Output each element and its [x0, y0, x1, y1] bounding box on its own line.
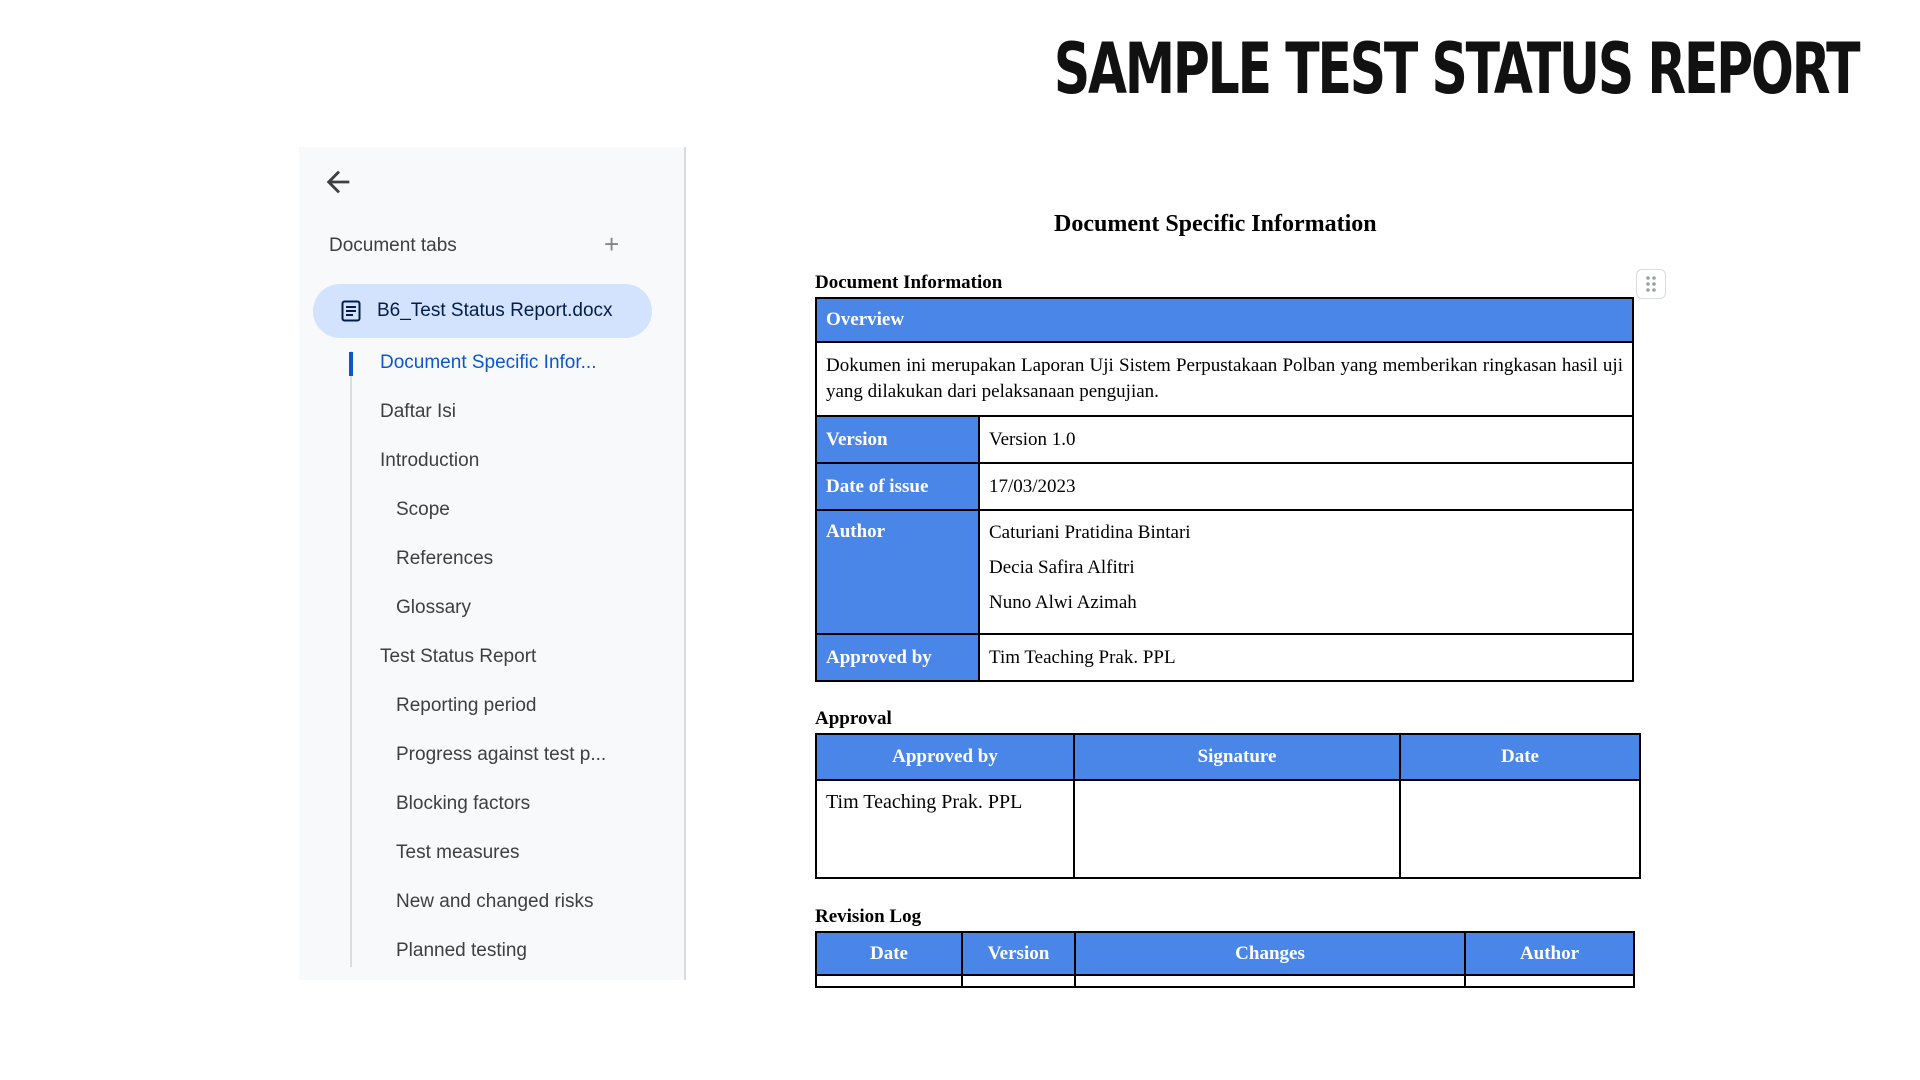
overview-text[interactable]: Dokumen ini merupakan Laporan Uji Sistem…: [815, 341, 1634, 417]
revision-cell[interactable]: [815, 974, 963, 988]
document-icon: [341, 300, 361, 322]
outline-item-test-measures[interactable]: Test measures: [396, 842, 520, 864]
approval-label: Approval: [815, 708, 892, 729]
overview-header: Overview: [815, 297, 1634, 343]
author-label: Author: [815, 509, 980, 635]
outline-active-indicator: [349, 352, 353, 376]
revision-log-label: Revision Log: [815, 906, 922, 927]
author-value[interactable]: Caturiani Pratidina Bintari Decia Safira…: [978, 509, 1634, 635]
revision-header-date: Date: [815, 931, 963, 976]
outline-item-blocking-factors[interactable]: Blocking factors: [396, 793, 530, 815]
outline-item-test-status-report[interactable]: Test Status Report: [380, 646, 536, 668]
approval-header-approved-by: Approved by: [815, 733, 1075, 781]
outline-divider: [350, 351, 352, 967]
approved-by-label: Approved by: [815, 633, 980, 682]
revision-header-version: Version: [961, 931, 1076, 976]
document-tabs-header: Document tabs: [329, 235, 457, 256]
outline-item-new-and-changed-risks[interactable]: New and changed risks: [396, 891, 594, 913]
outline-item-reporting-period[interactable]: Reporting period: [396, 695, 536, 717]
author-name: Decia Safira Alfitri: [989, 557, 1135, 578]
revision-cell[interactable]: [961, 974, 1076, 988]
document-information-table: Overview Dokumen ini merupakan Laporan U…: [815, 297, 1634, 682]
approved-by-value[interactable]: Tim Teaching Prak. PPL: [978, 633, 1634, 682]
revision-header-changes: Changes: [1074, 931, 1466, 976]
outline-item-document-specific-information[interactable]: Document Specific Infor...: [380, 352, 597, 374]
slide-title: SAMPLE TEST STATUS REPORT: [1053, 28, 1861, 110]
arrow-left-icon[interactable]: [321, 165, 355, 199]
revision-header-author: Author: [1464, 931, 1635, 976]
approval-header-signature: Signature: [1073, 733, 1401, 781]
document-information-label: Document Information: [815, 272, 1003, 293]
revision-log-table: Date Version Changes Author: [815, 931, 1635, 988]
document-tab-active[interactable]: B6_Test Status Report.docx: [313, 284, 652, 338]
approval-cell-signature[interactable]: [1073, 779, 1401, 879]
author-name: Nuno Alwi Azimah: [989, 592, 1137, 613]
version-label: Version: [815, 415, 980, 464]
outline-item-planned-testing[interactable]: Planned testing: [396, 940, 527, 962]
version-value[interactable]: Version 1.0: [978, 415, 1634, 464]
approval-cell-approved-by[interactable]: Tim Teaching Prak. PPL: [815, 779, 1075, 879]
revision-cell[interactable]: [1074, 974, 1466, 988]
date-of-issue-value[interactable]: 17/03/2023: [978, 462, 1634, 511]
drag-handle-icon[interactable]: [1636, 269, 1666, 299]
approval-header-date: Date: [1399, 733, 1641, 781]
plus-icon[interactable]: +: [604, 229, 619, 260]
approval-cell-date[interactable]: [1399, 779, 1641, 879]
revision-cell[interactable]: [1464, 974, 1635, 988]
outline-item-references[interactable]: References: [396, 548, 493, 570]
outline-item-glossary[interactable]: Glossary: [396, 597, 471, 619]
document-heading: Document Specific Information: [1054, 211, 1377, 237]
author-name: Caturiani Pratidina Bintari: [989, 522, 1191, 543]
outline-item-daftar-isi[interactable]: Daftar Isi: [380, 401, 456, 423]
outline-item-introduction[interactable]: Introduction: [380, 450, 479, 472]
outline-item-scope[interactable]: Scope: [396, 499, 450, 521]
date-of-issue-label: Date of issue: [815, 462, 980, 511]
approval-table: Approved by Signature Date Tim Teaching …: [815, 733, 1641, 879]
document-tabs-sidebar: Document tabs + B6_Test Status Report.do…: [299, 147, 686, 980]
outline-item-progress-against-test-plan[interactable]: Progress against test p...: [396, 744, 606, 766]
document-tab-label: B6_Test Status Report.docx: [377, 300, 613, 321]
